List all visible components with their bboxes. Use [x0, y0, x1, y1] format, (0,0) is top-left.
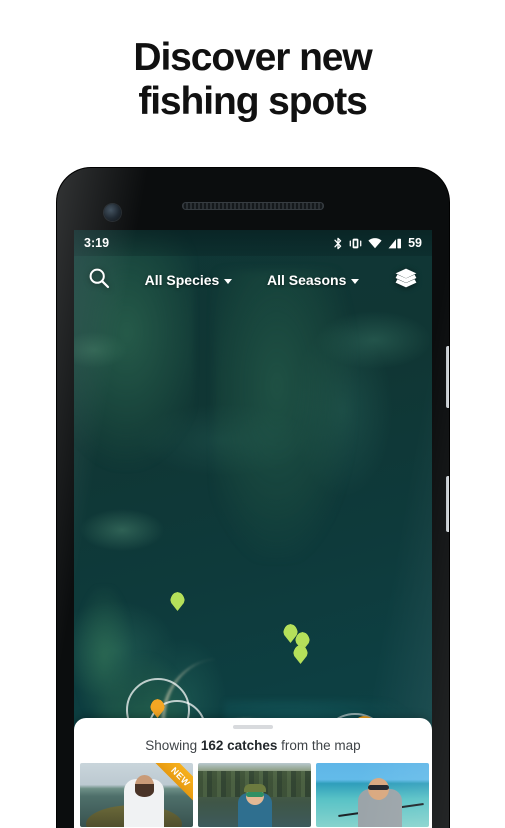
- earpiece-speaker-icon: [182, 202, 324, 210]
- phone-screen: 2 3:19 59: [74, 230, 432, 828]
- summary-suffix: from the map: [277, 738, 361, 753]
- battery-percent: 59: [408, 236, 422, 250]
- catch-card-list: NEW: [74, 763, 432, 827]
- status-time: 3:19: [84, 236, 110, 250]
- seasons-filter-dropdown[interactable]: All Seasons: [266, 272, 360, 288]
- wifi-icon: [368, 237, 382, 248]
- summary-prefix: Showing: [145, 738, 201, 753]
- catch-card[interactable]: [316, 763, 429, 827]
- headline-line-2: fishing spots: [138, 80, 367, 123]
- vibrate-icon: [349, 238, 362, 248]
- chevron-down-icon: [224, 278, 233, 284]
- page-title: Discover new fishing spots: [0, 36, 505, 124]
- sunglasses-photo-element: [368, 785, 389, 790]
- bottom-sheet[interactable]: Showing 162 catches from the map NEW: [74, 718, 432, 828]
- map-toolbar: All Species All Seasons: [74, 256, 432, 304]
- cellular-signal-icon: [388, 238, 402, 248]
- map-landmass: [214, 270, 354, 560]
- species-filter-dropdown[interactable]: All Species: [145, 272, 233, 288]
- catch-card[interactable]: NEW: [80, 763, 193, 827]
- angler-photo-element: [135, 784, 154, 797]
- cap-photo-element: [244, 784, 266, 792]
- volume-button[interactable]: [446, 476, 449, 532]
- seasons-filter-label: All Seasons: [266, 272, 347, 288]
- headline-line-1: Discover new: [133, 36, 372, 79]
- bluetooth-icon: [334, 237, 342, 249]
- drag-handle[interactable]: [233, 725, 273, 729]
- power-button[interactable]: [446, 346, 449, 408]
- results-summary: Showing 162 catches from the map: [74, 738, 432, 753]
- map-layers-icon[interactable]: [394, 267, 418, 294]
- front-camera-icon: [104, 204, 121, 221]
- status-bar: 3:19 59: [74, 230, 432, 256]
- sunglasses-photo-element: [246, 792, 264, 797]
- search-icon[interactable]: [88, 267, 110, 294]
- catch-card[interactable]: [198, 763, 311, 827]
- species-filter-label: All Species: [144, 272, 220, 288]
- chevron-down-icon: [351, 278, 360, 284]
- phone-mockup: 2 3:19 59: [57, 168, 449, 828]
- summary-count: 162 catches: [200, 738, 278, 753]
